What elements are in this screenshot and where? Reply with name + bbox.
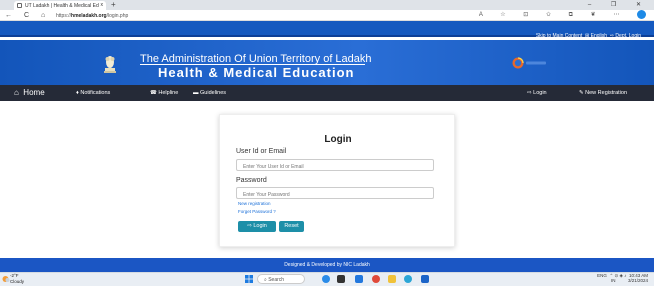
nav-login-label: Login (533, 90, 547, 96)
language-icon: ⊞ (585, 33, 590, 39)
dept-login-icon: ⇨ (609, 33, 615, 39)
book-icon: ▬ (193, 90, 199, 96)
weather-widget[interactable]: -2°F Cloudy (10, 273, 24, 285)
browser-toolbar-icons[interactable]: A ☆ ⊡ ✩ ⧉ ❦ ⋯ (479, 10, 646, 21)
footer-credit: Designed & Developed by NIC Ladakh (284, 262, 370, 268)
login-button[interactable]: ⇨ Login (238, 221, 276, 232)
weather-desc: Cloudy (10, 279, 25, 284)
taskbar-app-store-icon[interactable] (404, 275, 412, 283)
new-tab-button[interactable]: + (111, 0, 116, 10)
url-host: hmeladakh.org (71, 13, 107, 19)
nav-notifications-label: Notifications (80, 90, 111, 96)
forgot-password-link[interactable]: Forget Password ? (238, 209, 276, 214)
system-tray[interactable]: ENG ⌃ ⊙ ◈ ♪ 10:43 AM IN 3/21/2024 (597, 273, 648, 283)
skip-to-main-link[interactable]: Skip to Main Content (536, 33, 582, 39)
nav-guidelines-label: Guidelines (200, 90, 227, 96)
taskbar-app-chrome-icon[interactable] (372, 275, 380, 283)
taskbar-app-edge-icon[interactable] (355, 275, 363, 283)
edge-copilot-icon[interactable] (637, 10, 646, 19)
nav-helpline-label: Helpline (158, 90, 179, 96)
window-controls[interactable]: – ❐ ✕ (588, 0, 650, 10)
url-path: /login.php (106, 13, 129, 19)
home-icon: ⌂ (14, 88, 19, 97)
windows-start-icon[interactable] (245, 275, 253, 283)
nav-notifications[interactable]: ♦ Notifications (76, 85, 110, 101)
browser-tab[interactable]: UT Ladakh | Health & Medical Ed x (14, 1, 106, 10)
url-field[interactable]: https://hmeladakh.org/login.php (56, 11, 356, 20)
taskbar-app-copilot-icon[interactable] (322, 275, 330, 283)
top-links: Skip to Main Content ⊞ English ⇨ Dept. L… (536, 33, 641, 39)
login-title: Login (324, 134, 352, 145)
login-button-label: Login (253, 223, 267, 229)
bell-icon: ♦ (76, 90, 79, 96)
nav-home-label: Home (23, 88, 45, 97)
tray-region: IN (610, 278, 616, 283)
taskbar-app-folder-icon[interactable] (388, 275, 396, 283)
nav-helpline[interactable]: ☎ Helpline (150, 85, 178, 101)
reset-button[interactable]: Reset (279, 221, 304, 232)
tray-date: 3/21/2024 (627, 278, 648, 283)
taskbar-app-taskview-icon[interactable] (337, 275, 345, 283)
nav-home[interactable]: ⌂ Home (14, 85, 45, 101)
taskbar-search-label: Search (268, 277, 285, 283)
browser-nav-icons[interactable]: ← C ⌂ (5, 10, 50, 21)
browser-tab-title: UT Ladakh | Health & Medical Ed (25, 3, 99, 9)
taskbar-search[interactable]: ⌕ Search (257, 274, 305, 284)
ladakh-logo-icon (512, 57, 546, 69)
site-footer: Designed & Developed by NIC Ladakh (0, 258, 654, 272)
user-id-label: User Id or Email (236, 148, 287, 155)
url-prefix: https:// (56, 13, 72, 19)
new-registration-link[interactable]: New registration (238, 201, 271, 206)
sign-in-icon: ⇨ (527, 90, 532, 96)
toolbar-icon-glyphs[interactable]: A ☆ ⊡ ✩ ⧉ ❦ ⋯ (479, 12, 627, 18)
nav-new-registration-label: New Registration (585, 90, 628, 96)
password-label: Password (236, 177, 267, 184)
nav-login[interactable]: ⇨ Login (527, 85, 547, 101)
address-bar-row: ← C ⌂ https://hmeladakh.org/login.php A … (0, 10, 654, 21)
password-input[interactable] (236, 187, 434, 199)
nav-new-registration[interactable]: ✎ New Registration (579, 85, 627, 101)
header-title-line2: Health & Medical Education (158, 65, 355, 80)
dept-login-link[interactable]: Dept. Login (615, 33, 641, 39)
taskbar-app-outlook-icon[interactable] (421, 275, 429, 283)
tab-close-icon[interactable]: x (101, 2, 104, 8)
edit-icon: ✎ (579, 90, 584, 96)
phone-icon: ☎ (150, 90, 157, 96)
reset-button-label: Reset (284, 223, 299, 229)
weather-cloud-icon (2, 276, 10, 282)
login-button-icon: ⇨ (247, 223, 252, 229)
national-emblem-icon (104, 56, 116, 73)
search-icon: ⌕ (264, 277, 267, 283)
page-favicon-icon (17, 3, 22, 8)
tray-language: ENG (597, 273, 607, 278)
user-id-input[interactable] (236, 159, 434, 171)
nav-guidelines[interactable]: ▬ Guidelines (193, 85, 226, 101)
english-link[interactable]: English (591, 33, 607, 39)
